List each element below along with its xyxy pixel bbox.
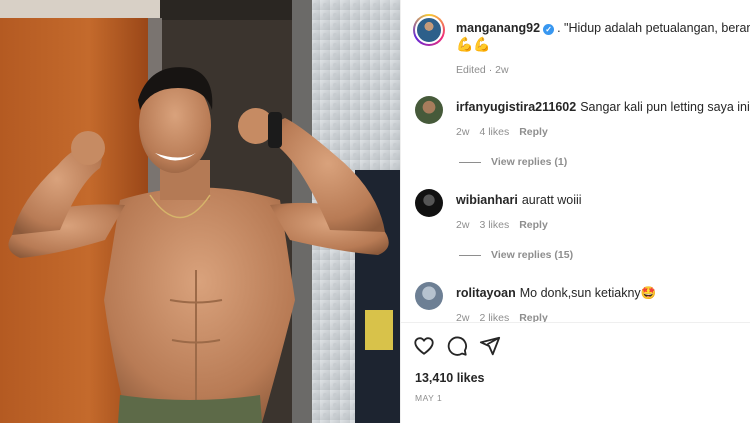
caption-emoji: 💪💪	[456, 36, 491, 52]
commenter-avatar[interactable]	[415, 189, 443, 217]
comment-body: wibianhari auratt woiii	[456, 193, 582, 208]
send-icon[interactable]	[479, 335, 501, 357]
reply-button[interactable]: Reply	[519, 126, 548, 138]
comment-text: auratt woiii	[521, 193, 582, 207]
comment-time: 2w	[456, 126, 470, 138]
comment-meta: 2w 4 likes Reply	[456, 126, 558, 138]
edited-label: Edited · 2w	[456, 64, 509, 76]
comment-time: 2w	[456, 219, 470, 231]
reply-button[interactable]: Reply	[519, 219, 548, 231]
comment-username[interactable]: wibianhari	[456, 193, 518, 207]
comment-text: Sangar kali pun letting saya ini😎😎	[580, 100, 750, 114]
commenter-avatar[interactable]	[415, 96, 443, 124]
comment-meta: 2w 3 likes Reply	[456, 219, 558, 231]
post-photo[interactable]	[0, 0, 400, 423]
post-actions: 13,410 likes MAY 1	[401, 322, 750, 423]
likes-count[interactable]: 13,410 likes	[415, 371, 485, 385]
verified-badge-icon: ✓	[543, 24, 555, 35]
comment-bubble-icon[interactable]	[446, 335, 468, 357]
post-image	[0, 0, 400, 423]
view-replies-divider	[459, 161, 481, 163]
view-replies-label: View replies (1)	[491, 156, 568, 168]
comment-username[interactable]: rolitayoan	[456, 286, 516, 300]
comment-likes[interactable]: 3 likes	[479, 219, 509, 231]
post-date: MAY 1	[415, 393, 443, 403]
comment-username[interactable]: irfanyugistira211602	[456, 100, 576, 114]
owner-username[interactable]: manganang92	[456, 21, 540, 35]
view-replies-button[interactable]: View replies (1)	[459, 156, 567, 168]
view-replies-divider	[459, 254, 481, 256]
commenter-avatar[interactable]	[415, 282, 443, 310]
comment-text: Mo donk,sun ketiakny🤩	[519, 286, 657, 300]
caption-line: manganang92 ✓. "Hidup adalah petualangan,…	[456, 21, 750, 36]
caption-separator: .	[557, 21, 561, 35]
view-replies-button[interactable]: View replies (15)	[459, 249, 573, 261]
comment-likes[interactable]: 4 likes	[479, 126, 509, 138]
comment-body: irfanyugistira211602 Sangar kali pun lett…	[456, 100, 750, 115]
caption-text: "Hidup adalah petualangan, beranikan	[564, 21, 750, 35]
post-detail-panel: manganang92 ✓. "Hidup adalah petualangan,…	[400, 0, 750, 423]
comment-body: rolitayoan Mo donk,sun ketiakny🤩	[456, 286, 656, 301]
view-replies-label: View replies (15)	[491, 249, 574, 261]
heart-icon[interactable]	[413, 335, 435, 357]
owner-avatar[interactable]	[413, 14, 445, 46]
